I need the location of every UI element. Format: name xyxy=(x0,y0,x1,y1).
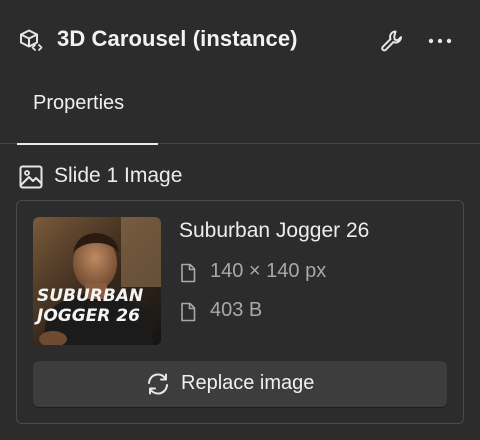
image-card: SUBURBAN JOGGER 26 Suburban Jogger 26 14… xyxy=(16,200,464,424)
panel-title: 3D Carousel (instance) xyxy=(57,26,298,51)
replace-image-button[interactable]: Replace image xyxy=(33,361,447,407)
image-size-row: 403 B xyxy=(179,299,439,325)
section-title: Slide 1 Image xyxy=(54,164,183,187)
image-file-size: 403 B xyxy=(210,299,263,321)
tab-bar: Properties xyxy=(0,82,480,145)
tab-label: Properties xyxy=(33,92,125,114)
image-thumbnail[interactable]: SUBURBAN JOGGER 26 xyxy=(33,217,161,345)
replace-image-label: Replace image xyxy=(181,372,315,394)
component-instance-icon xyxy=(18,28,44,54)
active-tab-indicator xyxy=(17,143,158,145)
image-icon xyxy=(18,164,44,190)
file-icon xyxy=(179,302,197,322)
refresh-icon xyxy=(145,372,171,396)
image-dimensions: 140 × 140 px xyxy=(210,260,327,282)
panel-header: 3D Carousel (instance) xyxy=(0,0,480,82)
more-horizontal-icon[interactable] xyxy=(426,27,454,55)
properties-panel: 3D Carousel (instance) Properties Slide … xyxy=(0,0,480,440)
image-dimensions-row: 140 × 140 px xyxy=(179,260,439,286)
file-icon xyxy=(179,263,197,283)
wrench-icon[interactable] xyxy=(378,27,406,55)
image-file-name: Suburban Jogger 26 xyxy=(179,219,370,242)
thumbnail-text-line2: JOGGER 26 xyxy=(34,306,140,326)
thumbnail-text-line1: SUBURBAN xyxy=(37,286,143,306)
tab-properties[interactable]: Properties xyxy=(17,82,158,145)
section-header: Slide 1 Image xyxy=(18,162,458,192)
